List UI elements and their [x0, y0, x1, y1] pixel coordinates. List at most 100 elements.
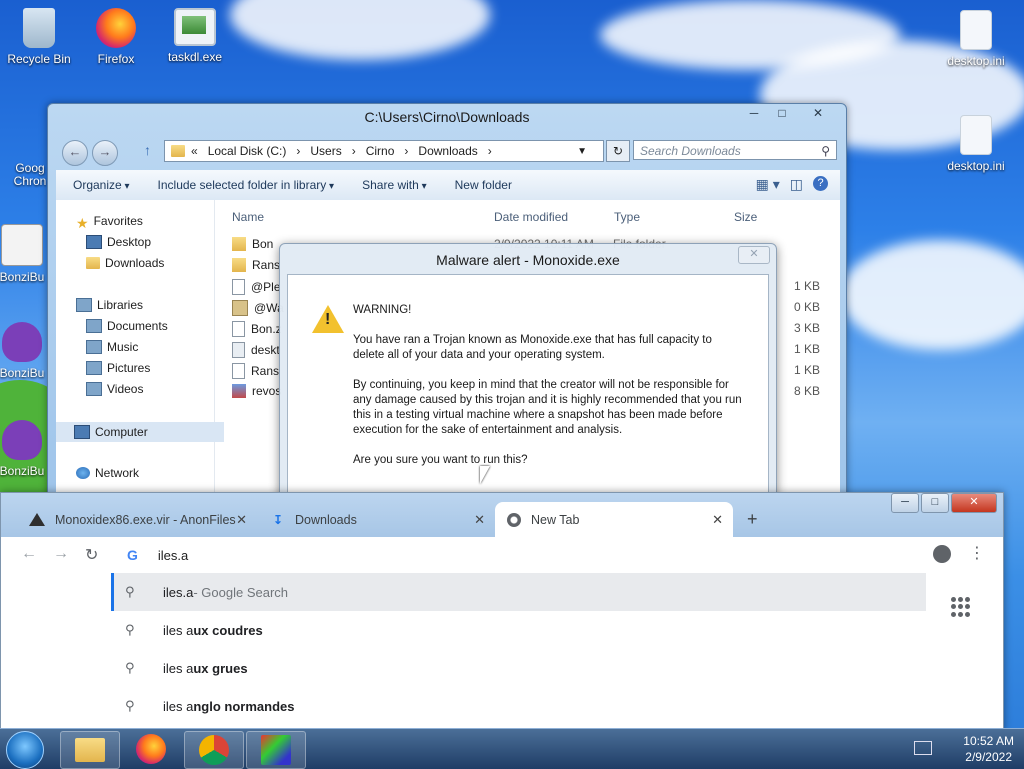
- suggestion-item[interactable]: ⚲ iles a nglo normandes: [111, 687, 926, 725]
- chevron-down-icon[interactable]: ▼: [577, 146, 587, 157]
- up-arrow-icon[interactable]: ↑: [144, 142, 151, 158]
- view-options-icon[interactable]: ▦ ▾: [756, 176, 780, 193]
- breadcrumb-separator[interactable]: ›: [296, 144, 300, 158]
- search-input[interactable]: Search Downloads ⚲: [633, 140, 837, 160]
- desktop-icon-taskdl[interactable]: taskdl.exe: [157, 8, 233, 64]
- file-size: 1 KB: [794, 279, 821, 293]
- nav-downloads[interactable]: Downloads: [86, 256, 164, 270]
- breadcrumb-separator[interactable]: ›: [352, 144, 356, 158]
- start-button[interactable]: [6, 731, 44, 769]
- nav-favorites[interactable]: ★ Favorites: [76, 214, 143, 231]
- include-library-button[interactable]: Include selected folder in library: [158, 178, 335, 192]
- window-controls: ─ □ ✕: [740, 104, 840, 122]
- recycle-bin-icon: [23, 8, 55, 48]
- nav-computer[interactable]: Computer: [56, 422, 224, 442]
- file-row[interactable]: deskt: [232, 342, 280, 358]
- download-icon: ↧: [272, 512, 284, 527]
- column-size[interactable]: Size: [734, 210, 757, 224]
- taskbar-chrome[interactable]: [184, 731, 244, 769]
- preview-pane-icon[interactable]: ◫: [790, 176, 803, 193]
- desktop-icon-label: desktop.ini: [947, 159, 1005, 173]
- profile-avatar[interactable]: [933, 545, 951, 563]
- nav-network[interactable]: Network: [76, 466, 139, 480]
- tab-title: New Tab: [531, 512, 580, 527]
- close-tab-icon[interactable]: ✕: [236, 512, 247, 528]
- desktop-icon-bonzi-2[interactable]: BonziBu: [0, 322, 50, 380]
- file-row[interactable]: Bon: [232, 237, 273, 251]
- maximize-button[interactable]: □: [921, 493, 949, 513]
- breadcrumb-overflow[interactable]: «: [191, 144, 198, 158]
- file-row[interactable]: Rans: [232, 363, 279, 379]
- tab-new-tab[interactable]: New Tab ✕: [495, 502, 733, 537]
- omnibox[interactable]: G iles.a: [111, 541, 926, 569]
- file-row[interactable]: revos: [232, 384, 281, 398]
- omnibox-text[interactable]: iles.a: [158, 548, 188, 563]
- forward-arrow-icon[interactable]: →: [53, 545, 69, 563]
- taskbar-explorer[interactable]: [60, 731, 120, 769]
- close-tab-icon[interactable]: ✕: [712, 512, 723, 528]
- breadcrumb-downloads[interactable]: Downloads: [418, 144, 477, 158]
- nav-videos[interactable]: Videos: [86, 382, 143, 396]
- breadcrumb-cirno[interactable]: Cirno: [366, 144, 395, 158]
- nav-desktop[interactable]: Desktop: [86, 235, 151, 249]
- help-icon[interactable]: ?: [813, 176, 828, 191]
- forward-button[interactable]: →: [92, 140, 118, 166]
- mouse-cursor: [480, 466, 490, 484]
- desktop-icon-firefox[interactable]: Firefox: [78, 8, 154, 66]
- nav-libraries[interactable]: Libraries: [76, 298, 143, 312]
- file-row[interactable]: Rans: [232, 258, 280, 272]
- file-row[interactable]: @Wa: [232, 300, 284, 316]
- nav-documents[interactable]: Documents: [86, 319, 168, 333]
- suggestion-item[interactable]: ⚲ iles a ux coudres: [111, 611, 926, 649]
- desktop-icon-bonzi-3[interactable]: BonziBu: [0, 420, 50, 478]
- folder-icon: [75, 738, 105, 762]
- minimize-button[interactable]: ─: [891, 493, 919, 513]
- maximize-button[interactable]: □: [768, 104, 796, 122]
- close-button[interactable]: ✕: [951, 493, 997, 513]
- desktop-icon-desktop-ini[interactable]: desktop.ini: [938, 10, 1014, 68]
- minimize-button[interactable]: ─: [740, 104, 768, 122]
- share-with-button[interactable]: Share with: [362, 178, 427, 192]
- desktop-icon-bonzi-1[interactable]: BonziBu: [0, 224, 50, 284]
- tab-anonfiles[interactable]: Monoxidex86.exe.vir - AnonFiles ✕: [17, 502, 257, 537]
- nav-pictures[interactable]: Pictures: [86, 361, 150, 375]
- column-date-modified[interactable]: Date modified: [494, 210, 568, 224]
- file-name: Rans: [252, 258, 281, 272]
- organize-button[interactable]: Organize: [73, 178, 130, 192]
- more-menu-icon[interactable]: ⋮: [969, 543, 985, 563]
- new-tab-button[interactable]: +: [747, 509, 758, 530]
- desktop-icon-chrome[interactable]: Goog Chron: [0, 116, 50, 650]
- file-row[interactable]: @Ple: [232, 279, 281, 295]
- window-title: C:\Users\Cirno\Downloads: [364, 109, 530, 125]
- file-row[interactable]: Bon.z: [232, 321, 282, 337]
- breadcrumb-local-disk[interactable]: Local Disk (C:): [208, 144, 287, 158]
- suggestion-item[interactable]: ⚲ iles.a - Google Search: [111, 573, 926, 611]
- back-button[interactable]: ←: [62, 140, 88, 166]
- new-folder-button[interactable]: New folder: [455, 178, 512, 192]
- refresh-button[interactable]: ↻: [606, 140, 630, 162]
- action-center-icon[interactable]: [914, 741, 932, 755]
- taskbar-firefox[interactable]: [122, 731, 180, 767]
- column-name[interactable]: Name: [232, 210, 264, 224]
- nav-music[interactable]: Music: [86, 340, 138, 354]
- tab-downloads[interactable]: ↧ Downloads ✕: [259, 502, 495, 537]
- clock[interactable]: 10:52 AM 2/9/2022: [963, 733, 1014, 765]
- breadcrumb-users[interactable]: Users: [310, 144, 341, 158]
- back-arrow-icon[interactable]: ←: [21, 545, 37, 563]
- address-bar[interactable]: « Local Disk (C:) › Users › Cirno › Down…: [164, 140, 604, 162]
- file-list-header: Name Date modified Type Size: [226, 210, 840, 228]
- google-apps-icon[interactable]: [951, 597, 971, 617]
- suggestion-item[interactable]: ⚲ iles a ux grues: [111, 649, 926, 687]
- taskbar-monoxide[interactable]: [246, 731, 306, 769]
- desktop-icon-recycle-bin[interactable]: Recycle Bin: [1, 8, 77, 66]
- dialog-close-button[interactable]: ✕: [738, 246, 770, 264]
- reload-icon[interactable]: ↻: [85, 545, 98, 565]
- ini-file-icon: [232, 342, 245, 358]
- close-tab-icon[interactable]: ✕: [474, 512, 485, 528]
- network-icon: [76, 467, 90, 479]
- breadcrumb-separator[interactable]: ›: [488, 144, 492, 158]
- close-button[interactable]: ✕: [796, 104, 840, 122]
- breadcrumb-separator[interactable]: ›: [404, 144, 408, 158]
- desktop-icon-desktop-ini-2[interactable]: desktop.ini: [938, 115, 1014, 173]
- column-type[interactable]: Type: [614, 210, 640, 224]
